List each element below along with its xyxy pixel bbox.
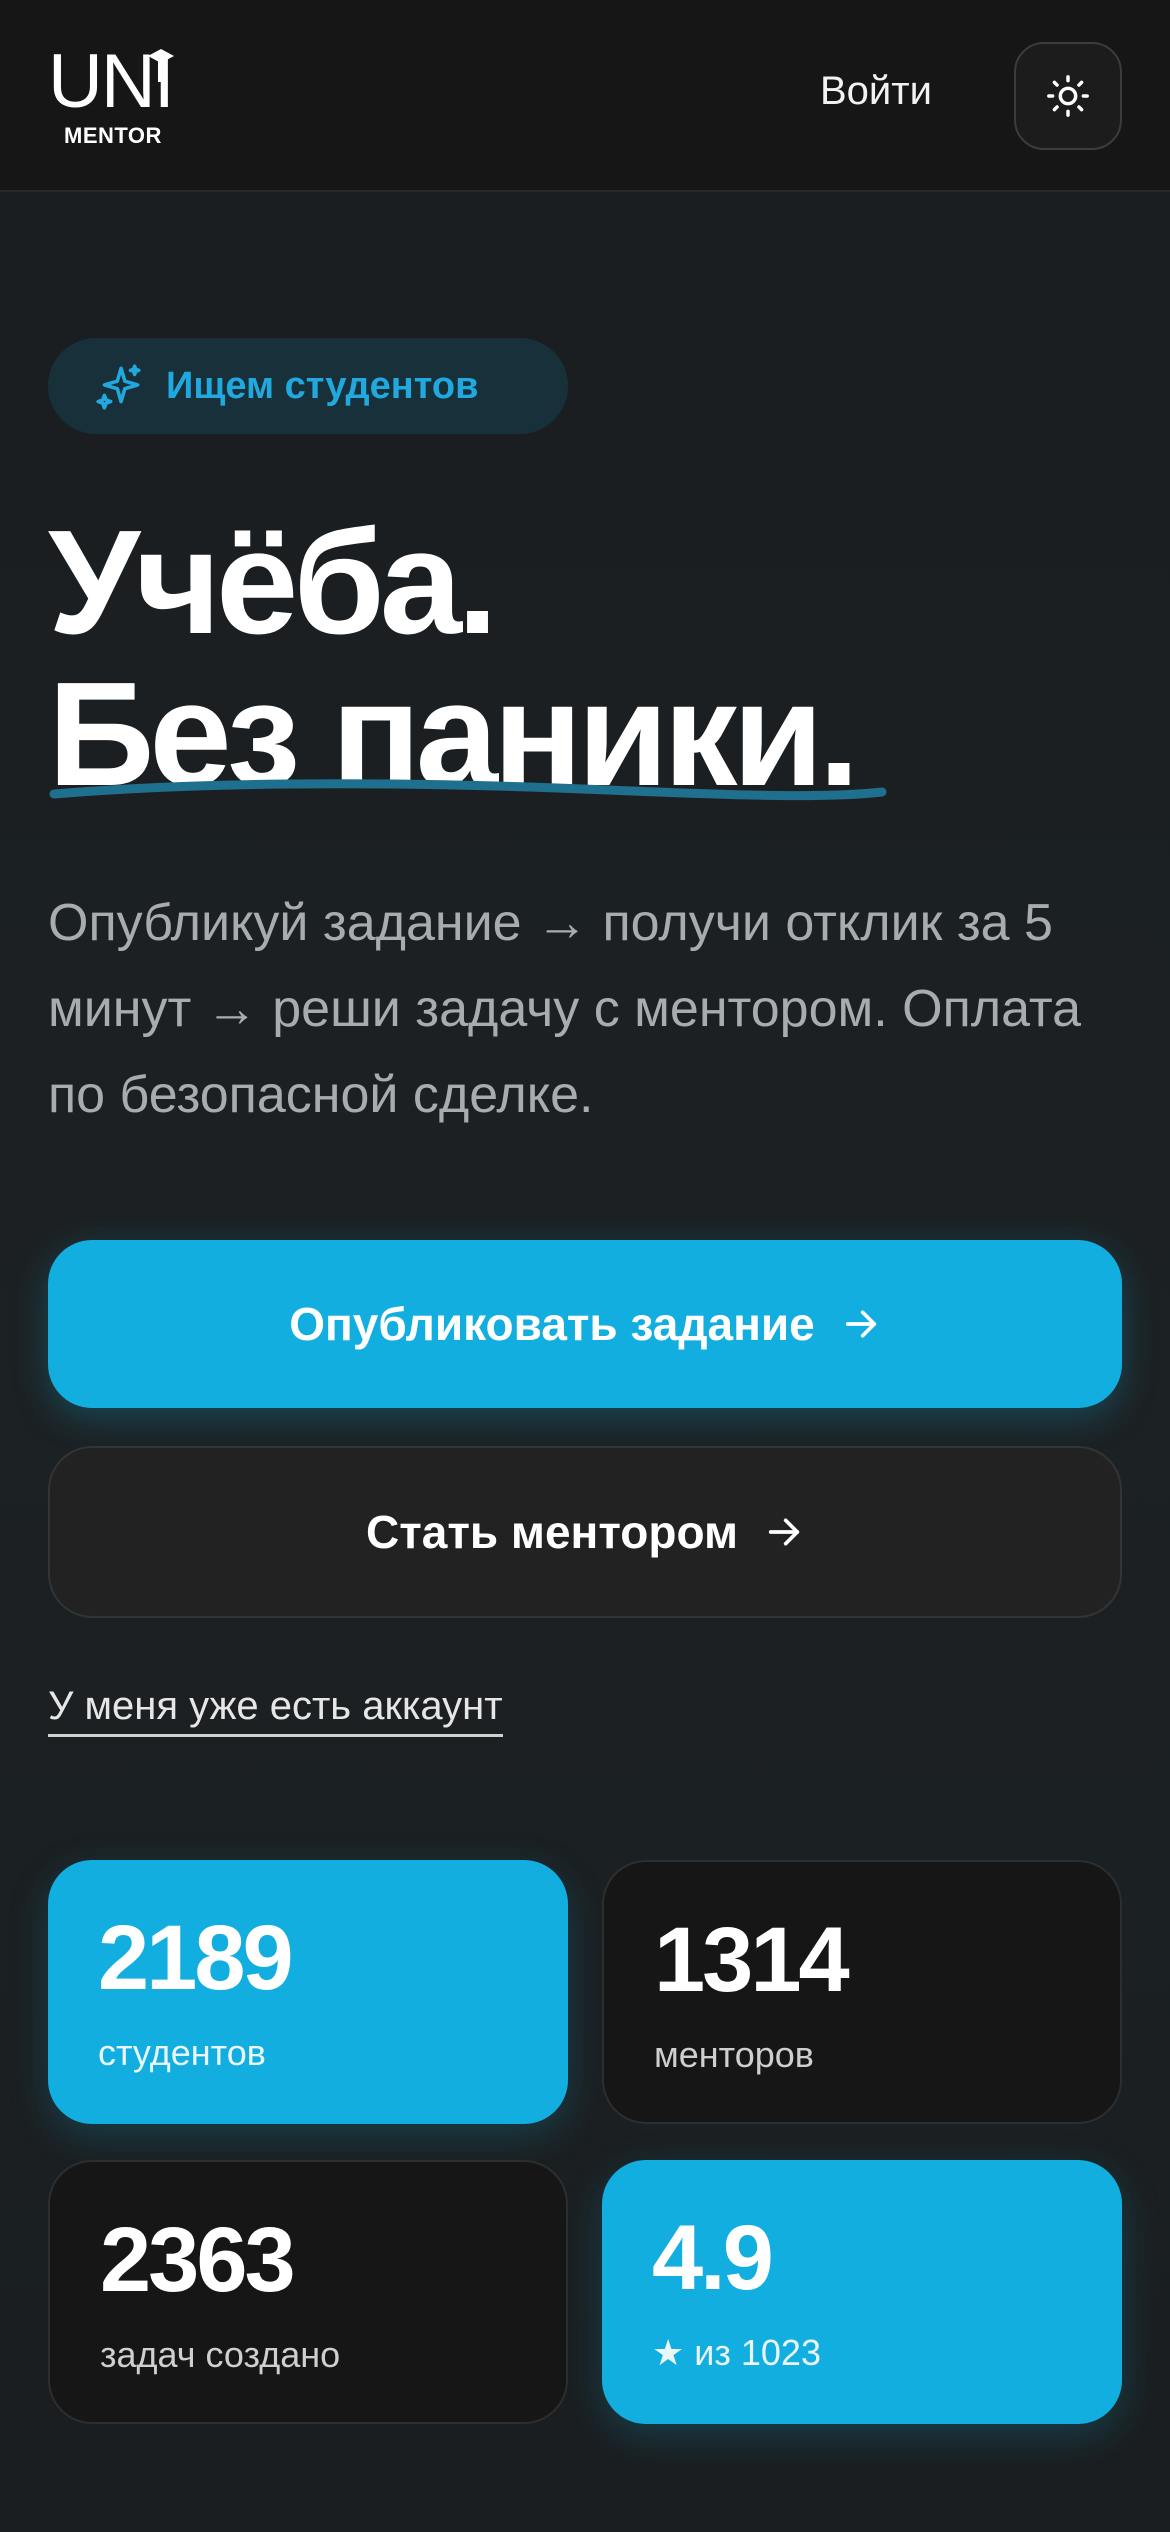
publish-task-label: Опубликовать задание — [289, 1298, 815, 1350]
login-button[interactable]: Войти — [820, 66, 932, 116]
arrow-right-icon — [845, 1310, 876, 1338]
hero-subtitle: Опубликуй задание → получи отклик за 5 м… — [48, 894, 1082, 1124]
logo[interactable]: UNI MENTOR — [48, 44, 178, 154]
stat-card-mentors: 1314 менторов — [602, 1860, 1122, 2124]
stat-card-students: 2189 студентов — [48, 1860, 568, 2124]
stat-card-tasks: 2363 задач создано — [48, 2160, 568, 2424]
theme-toggle-button[interactable] — [1014, 42, 1122, 150]
existing-account-link[interactable]: У меня уже есть аккаунт — [48, 1680, 503, 1737]
page: UNI MENTOR Войти Ищем студентов Учёба. Б… — [0, 0, 1170, 2532]
status-badge: Ищем студентов — [48, 338, 568, 434]
badge-label: Ищем студентов — [166, 365, 479, 407]
graduation-cap-icon — [148, 49, 174, 82]
hero-title-line1: Учёба. — [48, 500, 498, 665]
stat-card-rating: 4.9 ★ из 1023 — [602, 2160, 1122, 2424]
arrow-right-icon — [768, 1518, 800, 1546]
sparkles-icon — [96, 364, 141, 410]
become-mentor-button[interactable]: Стать ментором — [48, 1446, 1122, 1618]
stat-label: студентов — [98, 2032, 266, 2073]
logo-subtitle: MENTOR — [64, 123, 162, 148]
stat-value: 1314 — [654, 1909, 850, 2011]
sun-icon — [1047, 75, 1089, 117]
stat-value: 2363 — [100, 2209, 296, 2311]
stat-value: 2189 — [98, 1907, 294, 2009]
stat-label: менторов — [654, 2034, 814, 2075]
publish-task-button[interactable]: Опубликовать задание — [48, 1240, 1122, 1408]
stat-label: ★ из 1023 — [652, 2332, 821, 2373]
top-header: UNI MENTOR Войти — [0, 0, 1170, 192]
title-underline — [49, 779, 887, 801]
stat-value: 4.9 — [652, 2207, 774, 2309]
become-mentor-label: Стать ментором — [366, 1506, 738, 1558]
stat-label: задач создано — [100, 2334, 341, 2375]
